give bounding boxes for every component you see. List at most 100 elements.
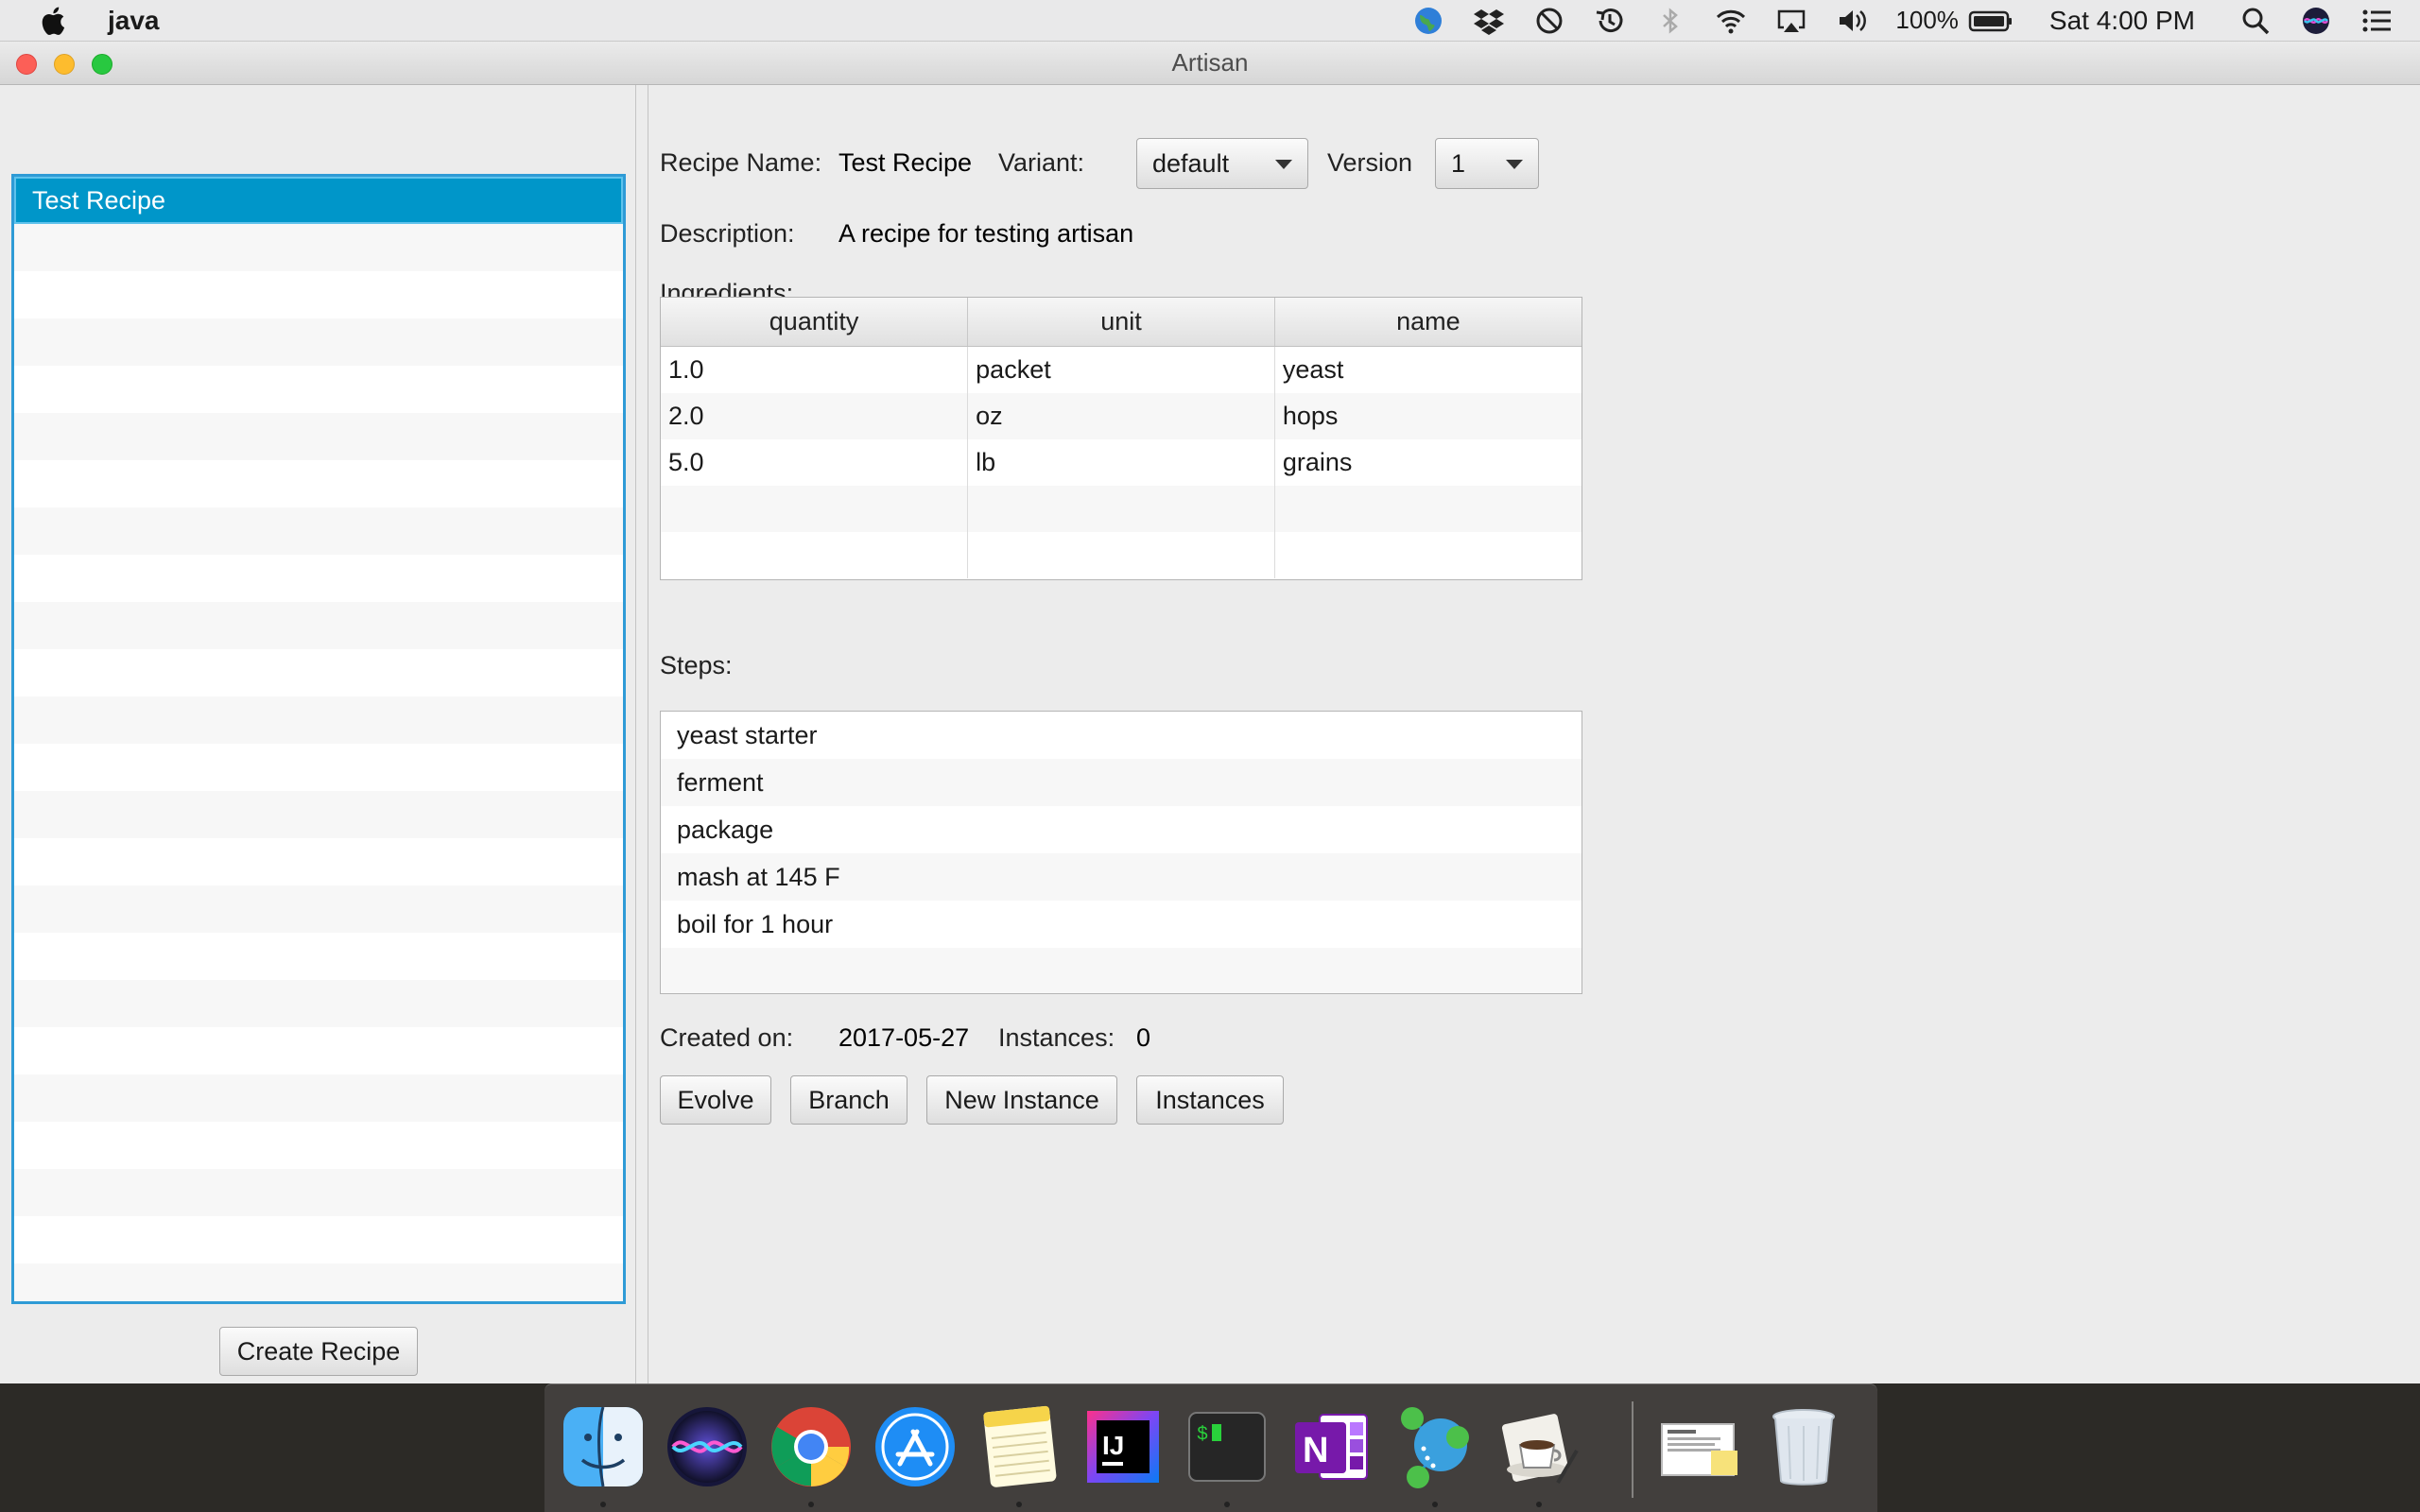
empty-list-row — [14, 555, 623, 602]
table-cell-unit[interactable] — [967, 485, 1275, 532]
recipe-list-item[interactable]: Test Recipe — [14, 177, 623, 224]
running-indicator — [600, 1502, 606, 1507]
step-list-item[interactable]: ferment — [661, 759, 1582, 806]
table-cell-quantity[interactable] — [661, 485, 969, 532]
volume-icon[interactable] — [1835, 5, 1869, 37]
running-indicator — [1224, 1502, 1230, 1507]
empty-list-row — [14, 1074, 623, 1122]
description-label: Description: — [660, 219, 795, 248]
step-list-item[interactable]: yeast starter — [661, 712, 1582, 759]
time-machine-icon[interactable] — [1593, 5, 1627, 37]
apple-icon[interactable] — [38, 5, 66, 37]
onenote-icon[interactable]: N — [1288, 1403, 1374, 1490]
close-window-button[interactable] — [16, 54, 37, 75]
version-selected-value: 1 — [1451, 148, 1466, 178]
recipe-detail-pane: Recipe Name: Test Recipe Variant: defaul… — [648, 85, 2420, 1383]
branch-button[interactable]: Branch — [790, 1075, 908, 1125]
table-cell-name[interactable]: yeast — [1274, 347, 1582, 393]
variant-label: Variant: — [998, 148, 1085, 177]
empty-list-row — [14, 980, 623, 1027]
empty-list-row — [14, 1216, 623, 1263]
table-cell-name[interactable] — [1274, 532, 1582, 578]
window-titlebar[interactable]: Artisan — [0, 42, 2420, 85]
step-list-item[interactable]: mash at 145 F — [661, 853, 1582, 901]
table-cell-name[interactable]: grains — [1274, 439, 1582, 486]
step-list-item[interactable]: package — [661, 806, 1582, 853]
table-cell-quantity[interactable] — [661, 531, 969, 578]
wifi-icon[interactable] — [1714, 5, 1748, 37]
menubar-clock[interactable]: Sat 4:00 PM — [2049, 6, 2195, 36]
intellij-icon[interactable]: IJ — [1080, 1403, 1167, 1490]
svg-text:N: N — [1303, 1431, 1328, 1470]
empty-list-row — [14, 838, 623, 885]
empty-list-row — [14, 271, 623, 318]
empty-list-row — [14, 602, 623, 649]
steps-list[interactable]: yeast starter ferment package mash at 145 F… — [660, 711, 1582, 994]
table-cell-unit[interactable]: lb — [967, 438, 1275, 486]
documents-stack-icon[interactable] — [1656, 1403, 1743, 1490]
column-header-unit[interactable]: unit — [967, 298, 1275, 347]
spotlight-icon[interactable] — [2238, 5, 2273, 37]
minimize-window-button[interactable] — [54, 54, 75, 75]
chevron-down-icon — [1275, 160, 1292, 169]
java-coffee-icon[interactable] — [1495, 1403, 1582, 1490]
empty-list-row — [14, 885, 623, 933]
empty-list-row — [14, 649, 623, 696]
created-on-label: Created on: — [660, 1023, 794, 1052]
table-row[interactable] — [661, 531, 1582, 578]
variant-select[interactable]: default — [1136, 138, 1308, 189]
siri-icon[interactable] — [664, 1403, 751, 1490]
table-cell-quantity[interactable]: 1.0 — [661, 346, 969, 393]
neo4j-icon[interactable] — [1392, 1403, 1478, 1490]
ingredients-table[interactable]: quantity unit name 1.0 packet yeast 2.0 oz hops… — [660, 297, 1582, 580]
column-header-quantity[interactable]: quantity — [661, 298, 969, 347]
split-pane-divider[interactable] — [635, 85, 648, 1383]
table-cell-name[interactable] — [1274, 485, 1582, 532]
table-cell-unit[interactable]: packet — [967, 346, 1275, 393]
zoom-window-button[interactable] — [92, 54, 112, 75]
recipe-list[interactable]: Test Recipe — [11, 174, 626, 1304]
variant-selected-value: default — [1152, 148, 1230, 178]
new-instance-button[interactable]: New Instance — [926, 1075, 1117, 1125]
active-app-name[interactable]: java — [108, 6, 160, 36]
version-select[interactable]: 1 — [1435, 138, 1539, 189]
column-header-name[interactable]: name — [1274, 298, 1582, 347]
table-row[interactable]: 5.0 lb grains — [661, 438, 1582, 486]
table-row[interactable]: 1.0 packet yeast — [661, 346, 1582, 393]
table-row[interactable] — [661, 485, 1582, 532]
terminal-icon[interactable]: $ — [1184, 1403, 1270, 1490]
empty-list-row — [14, 366, 623, 413]
recipe-list-pane: Test Recipe Create Recipe — [0, 85, 635, 1383]
empty-list-row — [14, 460, 623, 507]
create-recipe-button[interactable]: Create Recipe — [219, 1327, 418, 1376]
app-store-icon[interactable] — [872, 1403, 959, 1490]
table-cell-unit[interactable]: oz — [967, 392, 1275, 439]
airplay-icon[interactable] — [1774, 5, 1808, 37]
table-cell-quantity[interactable]: 2.0 — [661, 392, 969, 439]
globe-icon[interactable] — [1411, 5, 1445, 37]
step-list-item[interactable]: boil for 1 hour — [661, 901, 1582, 948]
dropbox-icon[interactable] — [1472, 5, 1506, 37]
battery-percentage[interactable]: 100% — [1895, 6, 1959, 35]
running-indicator — [808, 1502, 814, 1507]
evolve-button[interactable]: Evolve — [660, 1075, 771, 1125]
bluetooth-icon[interactable] — [1653, 5, 1687, 37]
instances-label: Instances: — [998, 1023, 1115, 1052]
instances-button[interactable]: Instances — [1136, 1075, 1284, 1125]
trash-icon[interactable] — [1760, 1403, 1847, 1490]
notes-icon[interactable] — [976, 1403, 1063, 1490]
chrome-icon[interactable] — [768, 1403, 855, 1490]
empty-list-row — [14, 933, 623, 980]
table-row[interactable]: 2.0 oz hops — [661, 392, 1582, 439]
menu-bar: java 100% Sat 4:00 PM — [0, 0, 2420, 42]
finder-icon[interactable] — [560, 1403, 647, 1490]
empty-list-row — [14, 413, 623, 460]
table-cell-unit[interactable] — [967, 531, 1275, 578]
table-cell-quantity[interactable]: 5.0 — [661, 438, 969, 486]
battery-icon[interactable] — [1968, 5, 2014, 37]
empty-list-row — [14, 224, 623, 271]
siri-icon[interactable] — [2299, 5, 2333, 37]
table-cell-name[interactable]: hops — [1274, 392, 1582, 439]
notification-center-icon[interactable] — [2360, 5, 2394, 37]
do-not-disturb-icon[interactable] — [1532, 5, 1566, 37]
